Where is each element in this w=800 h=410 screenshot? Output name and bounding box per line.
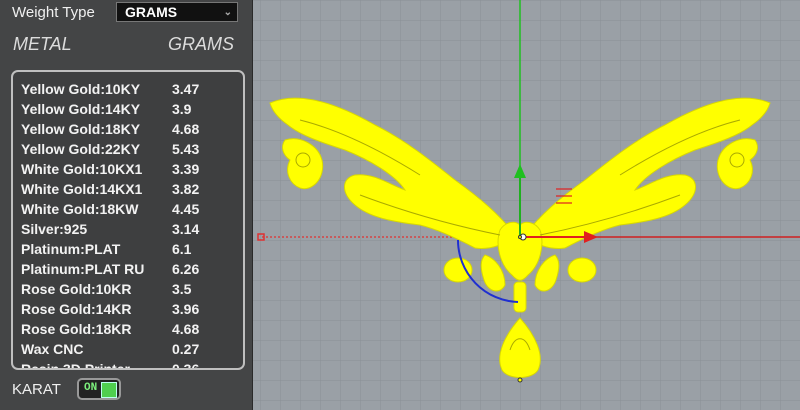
- bail-connector: [513, 281, 527, 313]
- list-item[interactable]: Rose Gold:18KR 4.68: [21, 321, 243, 341]
- metal-name: Yellow Gold:18KY: [21, 121, 141, 137]
- list-item[interactable]: Yellow Gold:22KY 5.43: [21, 141, 243, 161]
- metal-name: Rose Gold:14KR: [21, 301, 132, 317]
- list-item[interactable]: Platinum:PLAT RU 6.26: [21, 261, 243, 281]
- grams-column-header: GRAMS: [168, 34, 235, 54]
- chevron-down-icon: ⌄: [223, 7, 232, 18]
- left-drop: [443, 257, 473, 283]
- metal-grams: 3.14: [172, 221, 200, 237]
- list-item[interactable]: Rose Gold:10KR 3.5: [21, 281, 243, 301]
- list-item[interactable]: Silver:925 3.14: [21, 221, 243, 241]
- metal-name: Yellow Gold:14KY: [21, 101, 141, 117]
- metal-grams: 3.39: [172, 161, 200, 177]
- metal-grams: 3.47: [172, 81, 200, 97]
- weight-type-label: Weight Type: [12, 4, 95, 21]
- list-item[interactable]: Wax CNC 0.27: [21, 341, 243, 361]
- list-item[interactable]: Yellow Gold:18KY 4.68: [21, 121, 243, 141]
- metal-grams: 6.1: [172, 241, 192, 257]
- metal-grams: 6.26: [172, 261, 200, 277]
- metal-name: Resin 3D Printer: [21, 361, 130, 370]
- metal-name: White Gold:10KX1: [21, 161, 143, 177]
- metal-name: White Gold:14KX1: [21, 181, 143, 197]
- toggle-knob: [101, 382, 117, 398]
- metal-grams: 3.82: [172, 181, 200, 197]
- list-item[interactable]: Rose Gold:14KR 3.96: [21, 301, 243, 321]
- weight-calculator-panel: Weight Type GRAMS ⌄ METAL GRAMS Yellow G…: [0, 0, 253, 410]
- list-item[interactable]: Platinum:PLAT 6.1: [21, 241, 243, 261]
- list-item[interactable]: Resin 3D Printer 0.36: [21, 361, 243, 370]
- list-item[interactable]: Yellow Gold:10KY 3.47: [21, 81, 243, 101]
- weight-type-value: GRAMS: [125, 4, 178, 20]
- metal-grams: 0.27: [172, 341, 200, 357]
- list-item[interactable]: White Gold:10KX1 3.39: [21, 161, 243, 181]
- metal-name: Yellow Gold:10KY: [21, 81, 141, 97]
- metal-name: White Gold:18KW: [21, 201, 139, 217]
- metal-grams: 3.96: [172, 301, 200, 317]
- weight-type-select[interactable]: GRAMS ⌄: [116, 2, 238, 22]
- metal-grams: 4.68: [172, 321, 200, 337]
- metal-column-header: METAL: [13, 34, 72, 54]
- metal-name: Rose Gold:10KR: [21, 281, 132, 297]
- metal-grams: 4.45: [172, 201, 200, 217]
- list-item[interactable]: Yellow Gold:14KY 3.9: [21, 101, 243, 121]
- metal-grams: 0.36: [172, 361, 200, 370]
- karat-label: KARAT: [12, 381, 61, 398]
- karat-toggle-label: ON: [84, 382, 98, 394]
- metal-grams: 3.9: [172, 101, 192, 117]
- right-drop: [567, 257, 597, 283]
- list-item[interactable]: White Gold:18KW 4.45: [21, 201, 243, 221]
- metal-grams: 3.5: [172, 281, 192, 297]
- metal-grams: 4.68: [172, 121, 200, 137]
- metal-name: Yellow Gold:22KY: [21, 141, 141, 157]
- metal-name: Platinum:PLAT: [21, 241, 121, 257]
- metal-weight-list[interactable]: Yellow Gold:10KY 3.47 Yellow Gold:14KY 3.9 Y…: [11, 70, 245, 370]
- metal-name: Rose Gold:18KR: [21, 321, 132, 337]
- karat-toggle[interactable]: ON: [77, 378, 121, 400]
- metal-grams: 5.43: [172, 141, 200, 157]
- metal-name: Silver:925: [21, 221, 88, 237]
- list-item[interactable]: White Gold:14KX1 3.82: [21, 181, 243, 201]
- metal-name: Wax CNC: [21, 341, 84, 357]
- metal-name: Platinum:PLAT RU: [21, 261, 145, 277]
